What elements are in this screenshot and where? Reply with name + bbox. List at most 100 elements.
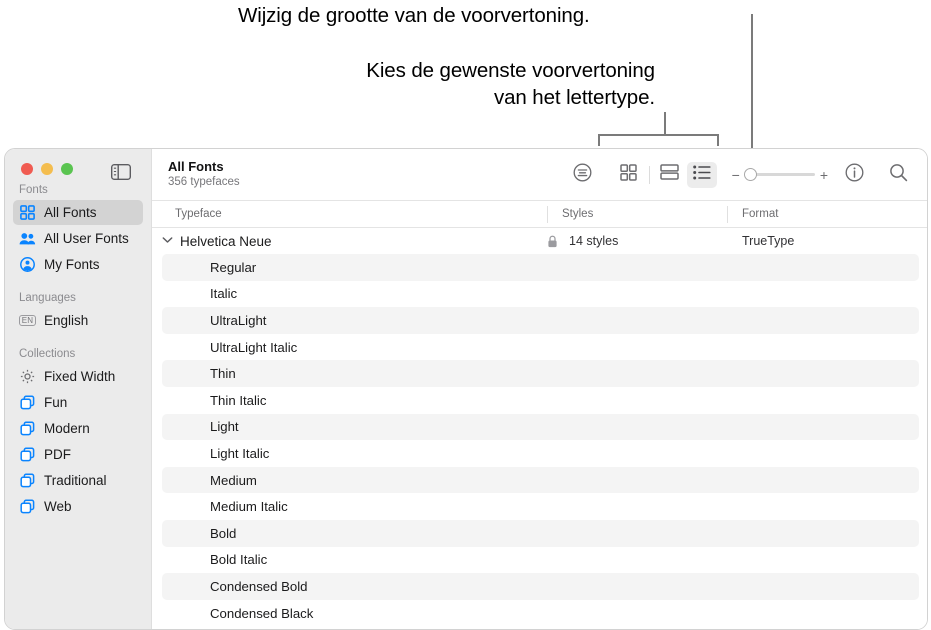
family-name-cell[interactable]: Helvetica Neue bbox=[154, 234, 547, 249]
style-name-label: Bold bbox=[210, 525, 237, 541]
table-row[interactable]: Medium Italic bbox=[162, 493, 919, 520]
sidebar-item-traditional[interactable]: Traditional bbox=[13, 468, 143, 493]
grid-view-button[interactable] bbox=[614, 162, 644, 188]
main-content: All Fonts 356 typefaces − + Typeface Sty… bbox=[152, 149, 927, 629]
person-circle-icon bbox=[19, 256, 36, 273]
sidebar-item-my-fonts[interactable]: My Fonts bbox=[13, 252, 143, 277]
table-row[interactable]: Thin bbox=[162, 360, 919, 387]
split-view-button[interactable] bbox=[655, 162, 685, 188]
typeface-count: 356 typefaces bbox=[168, 176, 240, 188]
sidebar-item-label: PDF bbox=[44, 447, 71, 462]
callout-text-viewmode-line2: van het lettertype. bbox=[493, 86, 655, 109]
sidebar-item-label: Fixed Width bbox=[44, 369, 116, 384]
slider-decrease-label[interactable]: − bbox=[732, 168, 740, 182]
sidebar-item-fun[interactable]: Fun bbox=[13, 390, 143, 415]
style-name-label: Italic bbox=[210, 286, 238, 302]
style-name-label: Light Italic bbox=[210, 445, 270, 461]
table-row[interactable]: UltraLight Italic bbox=[162, 334, 919, 361]
leader-line-viewmode-stem bbox=[664, 112, 666, 136]
collection-stack-icon bbox=[19, 420, 36, 437]
style-name-label: Medium Italic bbox=[210, 499, 288, 515]
sidebar-item-fixed-width[interactable]: Fixed Width bbox=[13, 364, 143, 389]
leader-line-viewmode-tick-left bbox=[598, 134, 600, 146]
toolbar-title-block: All Fonts 356 typefaces bbox=[168, 159, 240, 190]
style-name-label: Regular bbox=[210, 259, 257, 275]
style-name-label: Light bbox=[210, 419, 239, 435]
table-row[interactable]: Bold Italic bbox=[162, 547, 919, 574]
page-title: All Fonts bbox=[168, 159, 224, 174]
minimize-button[interactable] bbox=[41, 163, 53, 175]
toolbar: All Fonts 356 typefaces − + bbox=[152, 149, 927, 201]
two-people-icon bbox=[19, 230, 36, 247]
preview-size-slider[interactable]: − + bbox=[732, 168, 828, 182]
sidebar-item-label: All User Fonts bbox=[44, 231, 129, 246]
table-row-family[interactable]: Helvetica Neue 14 styles TrueType bbox=[154, 228, 919, 254]
table-row[interactable]: Light bbox=[162, 413, 919, 441]
sidebar-item-label: All Fonts bbox=[44, 205, 97, 220]
slider-increase-label[interactable]: + bbox=[820, 168, 828, 182]
table-row[interactable]: Thin Italic bbox=[162, 387, 919, 414]
sidebar-item-web[interactable]: Web bbox=[13, 494, 143, 519]
sidebar-item-all-user-fonts[interactable]: All User Fonts bbox=[13, 226, 143, 251]
search-icon bbox=[889, 163, 908, 187]
table-row[interactable]: Medium bbox=[162, 466, 919, 494]
grid-squares-icon bbox=[19, 204, 36, 221]
table-row[interactable]: Condensed Black bbox=[162, 600, 919, 627]
style-name-label: Thin Italic bbox=[210, 392, 267, 408]
sidebar-item-label: Web bbox=[44, 499, 72, 514]
sidebar-item-label: Modern bbox=[44, 421, 90, 436]
sidebar-item-label: My Fonts bbox=[44, 257, 100, 272]
slider-track-area[interactable] bbox=[743, 168, 815, 182]
family-format-cell: TrueType bbox=[742, 234, 795, 248]
callout-text-viewmode: Kies de gewenste voorvertoning van het l… bbox=[238, 57, 655, 111]
collection-stack-icon bbox=[19, 394, 36, 411]
list-view-icon bbox=[692, 165, 711, 185]
sidebar-item-modern[interactable]: Modern bbox=[13, 416, 143, 441]
sidebar-item-english[interactable]: EN English bbox=[13, 308, 143, 333]
info-button[interactable] bbox=[839, 162, 869, 188]
column-header-format[interactable]: Format bbox=[727, 205, 927, 223]
toolbar-separator bbox=[648, 165, 650, 184]
column-header-styles[interactable]: Styles bbox=[547, 205, 727, 223]
callout-text-viewmode-line1: Kies de gewenste voorvertoning bbox=[366, 59, 655, 82]
collection-stack-icon bbox=[19, 472, 36, 489]
sidebar-group-label-languages: Languages bbox=[19, 292, 76, 304]
column-header-typeface[interactable]: Typeface bbox=[152, 208, 547, 220]
sample-text-button[interactable] bbox=[568, 162, 598, 188]
sidebar-item-pdf[interactable]: PDF bbox=[13, 442, 143, 467]
list-view-button[interactable] bbox=[686, 161, 717, 188]
sidebar-toggle-icon[interactable] bbox=[110, 163, 132, 181]
sidebar-item-label: English bbox=[44, 313, 89, 328]
gear-icon bbox=[19, 368, 36, 385]
sidebar-item-label: Traditional bbox=[44, 473, 107, 488]
font-book-window: Fonts All Fonts All User Fonts My Fonts … bbox=[4, 148, 928, 630]
style-name-label: Thin bbox=[210, 366, 236, 382]
close-button[interactable] bbox=[21, 163, 33, 175]
table-row[interactable]: Condensed Bold bbox=[162, 573, 919, 600]
style-name-label: Condensed Black bbox=[210, 605, 314, 621]
leader-line-viewmode-tick-right bbox=[717, 134, 719, 146]
leader-line-viewmode-bar bbox=[598, 134, 719, 136]
collection-stack-icon bbox=[19, 446, 36, 463]
table-row[interactable]: Bold bbox=[162, 519, 919, 547]
style-name-label: Medium bbox=[210, 472, 257, 488]
search-button[interactable] bbox=[883, 162, 913, 188]
grid-view-icon bbox=[620, 163, 637, 186]
table-row[interactable]: UltraLight bbox=[162, 307, 919, 334]
slider-knob[interactable] bbox=[743, 168, 757, 181]
lines-in-circle-icon bbox=[573, 163, 592, 187]
style-name-label: Bold Italic bbox=[210, 552, 268, 568]
family-name-label: Helvetica Neue bbox=[180, 233, 272, 249]
table-row[interactable]: Regular bbox=[162, 254, 919, 281]
sidebar: Fonts All Fonts All User Fonts My Fonts … bbox=[5, 149, 152, 629]
annotation-layer: Wijzig de grootte van de voorvertoning. … bbox=[0, 0, 931, 160]
collection-stack-icon bbox=[19, 498, 36, 515]
table-row[interactable]: Italic bbox=[162, 281, 919, 308]
chevron-down-icon[interactable] bbox=[162, 236, 175, 247]
split-view-icon bbox=[660, 164, 679, 185]
table-row[interactable]: Light Italic bbox=[162, 440, 919, 467]
style-name-label: Condensed Bold bbox=[210, 578, 308, 594]
zoom-button[interactable] bbox=[61, 163, 73, 175]
sidebar-item-label: Fun bbox=[44, 395, 68, 410]
sidebar-item-all-fonts[interactable]: All Fonts bbox=[13, 200, 143, 225]
